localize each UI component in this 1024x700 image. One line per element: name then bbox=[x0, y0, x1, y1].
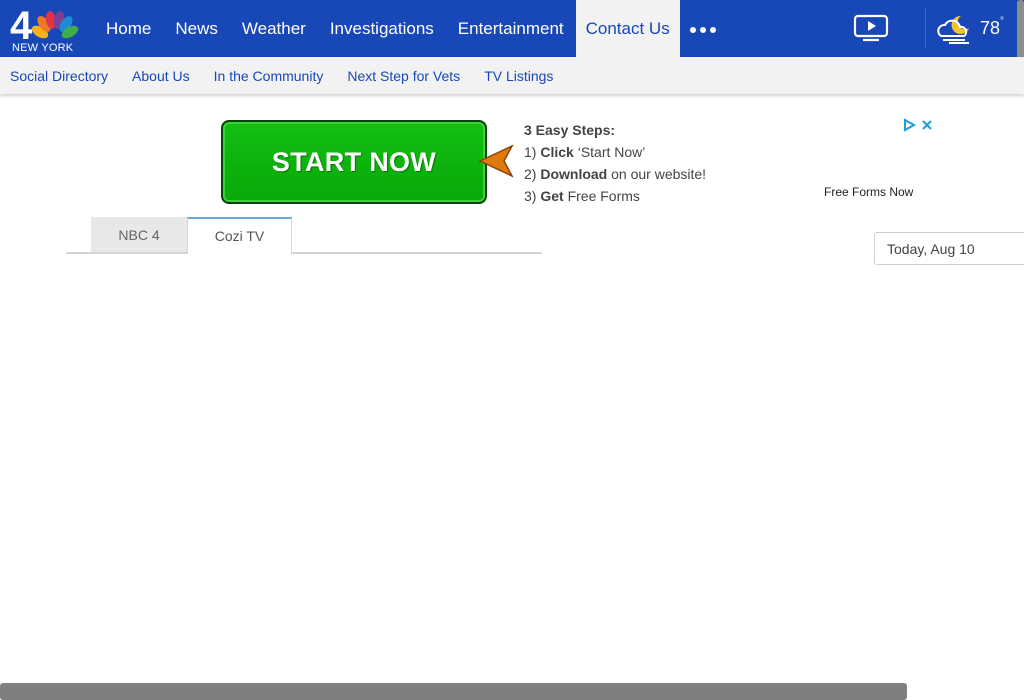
horizontal-scrollbar-thumb[interactable] bbox=[0, 683, 907, 700]
top-nav-bar: 4 NEW YORK Home News Weather Investigati… bbox=[0, 0, 1024, 57]
tab-nbc4[interactable]: NBC 4 bbox=[91, 217, 187, 254]
nav-item-news[interactable]: News bbox=[163, 0, 230, 57]
temperature-unit: ° bbox=[1000, 16, 1005, 27]
nav-item-contact-us[interactable]: Contact Us bbox=[575, 0, 680, 57]
main-nav: Home News Weather Investigations Enterta… bbox=[94, 0, 680, 57]
temperature-readout[interactable]: 78° bbox=[980, 16, 1005, 39]
ad-start-now-button[interactable]: START NOW bbox=[221, 120, 487, 204]
more-dots-icon[interactable] bbox=[690, 27, 716, 33]
date-picker[interactable]: Today, Aug 10 bbox=[874, 232, 1024, 265]
subnav-item-tv-listings[interactable]: TV Listings bbox=[484, 68, 553, 84]
temperature-value: 78 bbox=[980, 18, 1001, 38]
subnav-item-about-us[interactable]: About Us bbox=[132, 68, 190, 84]
ad-steps-text[interactable]: 3 Easy Steps: 1) Click ‘Start Now’ 2) Do… bbox=[524, 119, 706, 207]
close-icon[interactable] bbox=[920, 118, 934, 137]
tab-cozi-tv[interactable]: Cozi TV bbox=[187, 217, 292, 254]
nav-item-entertainment[interactable]: Entertainment bbox=[446, 0, 576, 57]
tv-play-icon[interactable] bbox=[853, 14, 889, 47]
ad-button-label: START NOW bbox=[271, 146, 437, 177]
ad-step-2: 2) Download on our website! bbox=[524, 166, 707, 182]
logo-city-label: NEW YORK bbox=[12, 42, 74, 54]
adchoices-icon[interactable] bbox=[902, 118, 917, 137]
peacock-icon: 4 bbox=[10, 4, 79, 48]
ad-source-label[interactable]: Free Forms Now bbox=[824, 185, 913, 199]
subnav-item-social-directory[interactable]: Social Directory bbox=[10, 68, 108, 84]
nav-item-home[interactable]: Home bbox=[94, 0, 163, 57]
sub-nav: Social Directory About Us In the Communi… bbox=[10, 57, 577, 94]
subnav-item-in-the-community[interactable]: In the Community bbox=[214, 68, 324, 84]
nav-divider bbox=[925, 8, 926, 48]
sub-nav-bar: Social Directory About Us In the Communi… bbox=[0, 57, 1024, 94]
ad-controls bbox=[902, 118, 934, 137]
subnav-item-next-step-for-vets[interactable]: Next Step for Vets bbox=[347, 68, 460, 84]
nav-item-investigations[interactable]: Investigations bbox=[318, 0, 446, 57]
ad-arrow-icon bbox=[478, 144, 514, 183]
nav-item-weather[interactable]: Weather bbox=[230, 0, 318, 57]
ad-step-1: 1) Click ‘Start Now’ bbox=[524, 144, 646, 160]
ad-steps-title: 3 Easy Steps: bbox=[524, 122, 616, 138]
ad-step-3: 3) Get Free Forms bbox=[524, 188, 640, 204]
partly-cloudy-night-icon[interactable] bbox=[935, 14, 975, 49]
svg-text:4: 4 bbox=[10, 6, 33, 46]
